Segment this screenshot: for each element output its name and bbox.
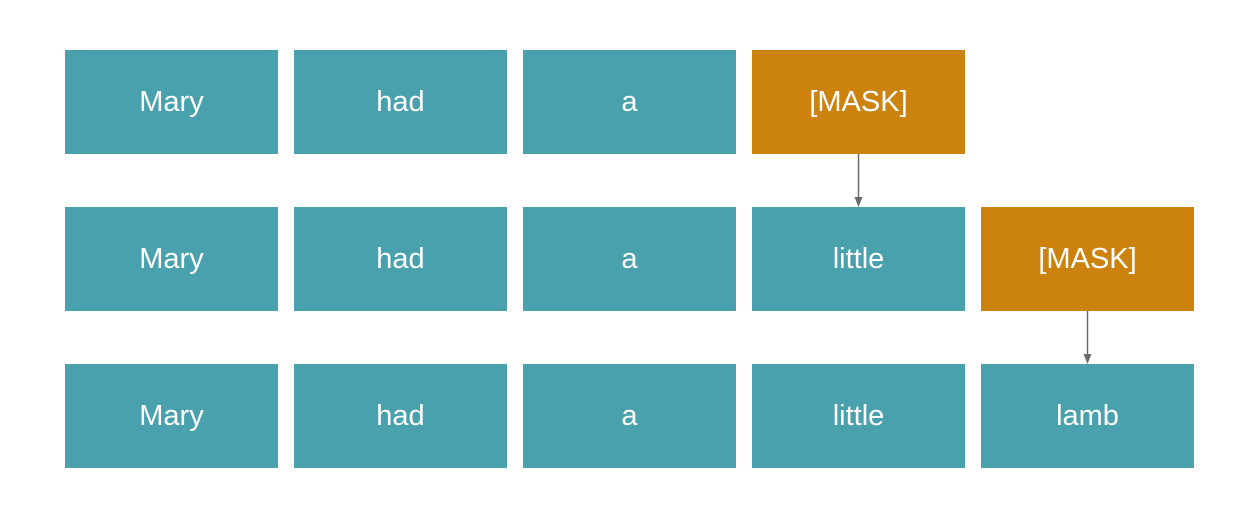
arrow-down-icon — [854, 154, 863, 207]
arrow-down-icon — [1083, 311, 1092, 364]
arrows-layer — [854, 154, 1092, 364]
